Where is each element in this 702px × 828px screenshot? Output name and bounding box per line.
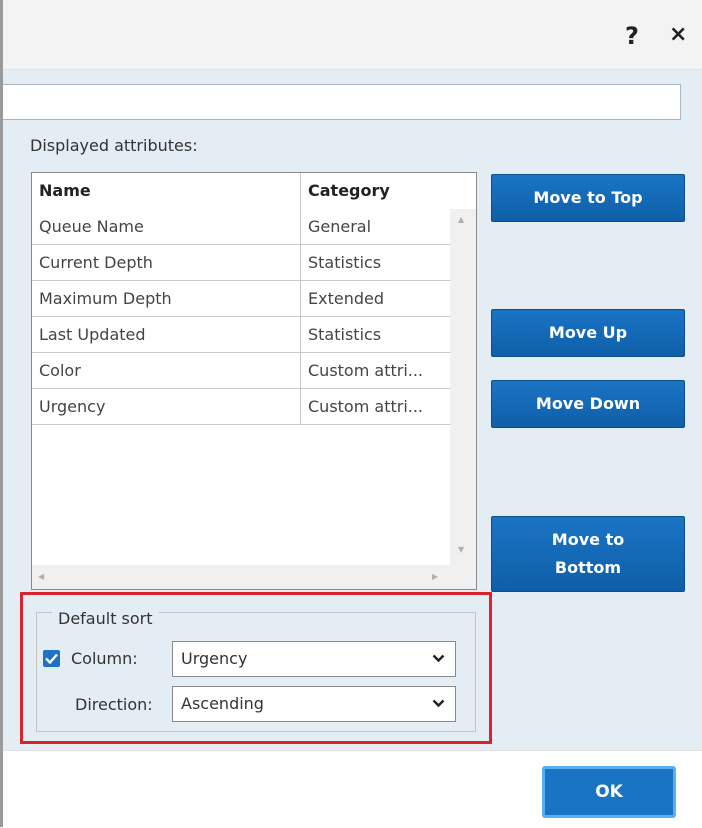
row-name-cell: Last Updated (39, 325, 146, 344)
row-category-cell: Custom attri... (300, 389, 450, 424)
move-to-bottom-button[interactable]: Move to Bottom (491, 516, 685, 592)
table-row[interactable]: Current Depth Statistics (32, 245, 450, 281)
move-to-bottom-label-line2: Bottom (554, 558, 622, 577)
title-bar: ? × (3, 0, 702, 70)
name-input[interactable] (3, 84, 681, 120)
vertical-scrollbar[interactable]: ▲ ▼ (450, 209, 476, 565)
scroll-left-icon[interactable]: ◀ (38, 572, 44, 581)
attributes-table: Name Category Queue Name General Current… (31, 172, 477, 590)
move-down-button[interactable]: Move Down (491, 380, 685, 428)
horizontal-scrollbar[interactable]: ◀ ▶ (32, 565, 450, 589)
table-row[interactable]: Queue Name General (32, 209, 450, 245)
row-category-cell: Custom attri... (300, 353, 450, 388)
row-name-cell: Color (39, 361, 81, 380)
ok-button[interactable]: OK (542, 766, 676, 818)
row-name-cell: Urgency (39, 397, 106, 416)
row-category-cell: Statistics (300, 245, 450, 280)
row-category-cell: Statistics (300, 317, 450, 352)
table-row[interactable]: Last Updated Statistics (32, 317, 450, 353)
move-to-top-button[interactable]: Move to Top (491, 174, 685, 222)
table-row[interactable]: Urgency Custom attri... (32, 389, 450, 425)
scroll-corner (450, 565, 476, 589)
scroll-up-icon[interactable]: ▲ (458, 215, 464, 224)
column-header-name[interactable]: Name (32, 173, 300, 209)
move-up-button[interactable]: Move Up (491, 309, 685, 357)
table-row[interactable]: Maximum Depth Extended (32, 281, 450, 317)
row-name-cell: Maximum Depth (39, 289, 172, 308)
table-row[interactable]: Color Custom attri... (32, 353, 450, 389)
row-name-cell: Current Depth (39, 253, 153, 272)
highlight-rectangle (20, 592, 492, 744)
scroll-right-icon[interactable]: ▶ (432, 572, 438, 581)
close-icon[interactable]: × (669, 22, 687, 47)
row-category-cell: Extended (300, 281, 450, 316)
column-header-category[interactable]: Category (300, 173, 450, 209)
scroll-down-icon[interactable]: ▼ (458, 545, 464, 554)
row-category-cell: General (300, 209, 450, 244)
move-to-bottom-label-line1: Move to (551, 530, 625, 549)
row-name-cell: Queue Name (39, 217, 144, 236)
help-icon[interactable]: ? (625, 22, 639, 50)
displayed-attributes-label: Displayed attributes: (30, 136, 198, 155)
